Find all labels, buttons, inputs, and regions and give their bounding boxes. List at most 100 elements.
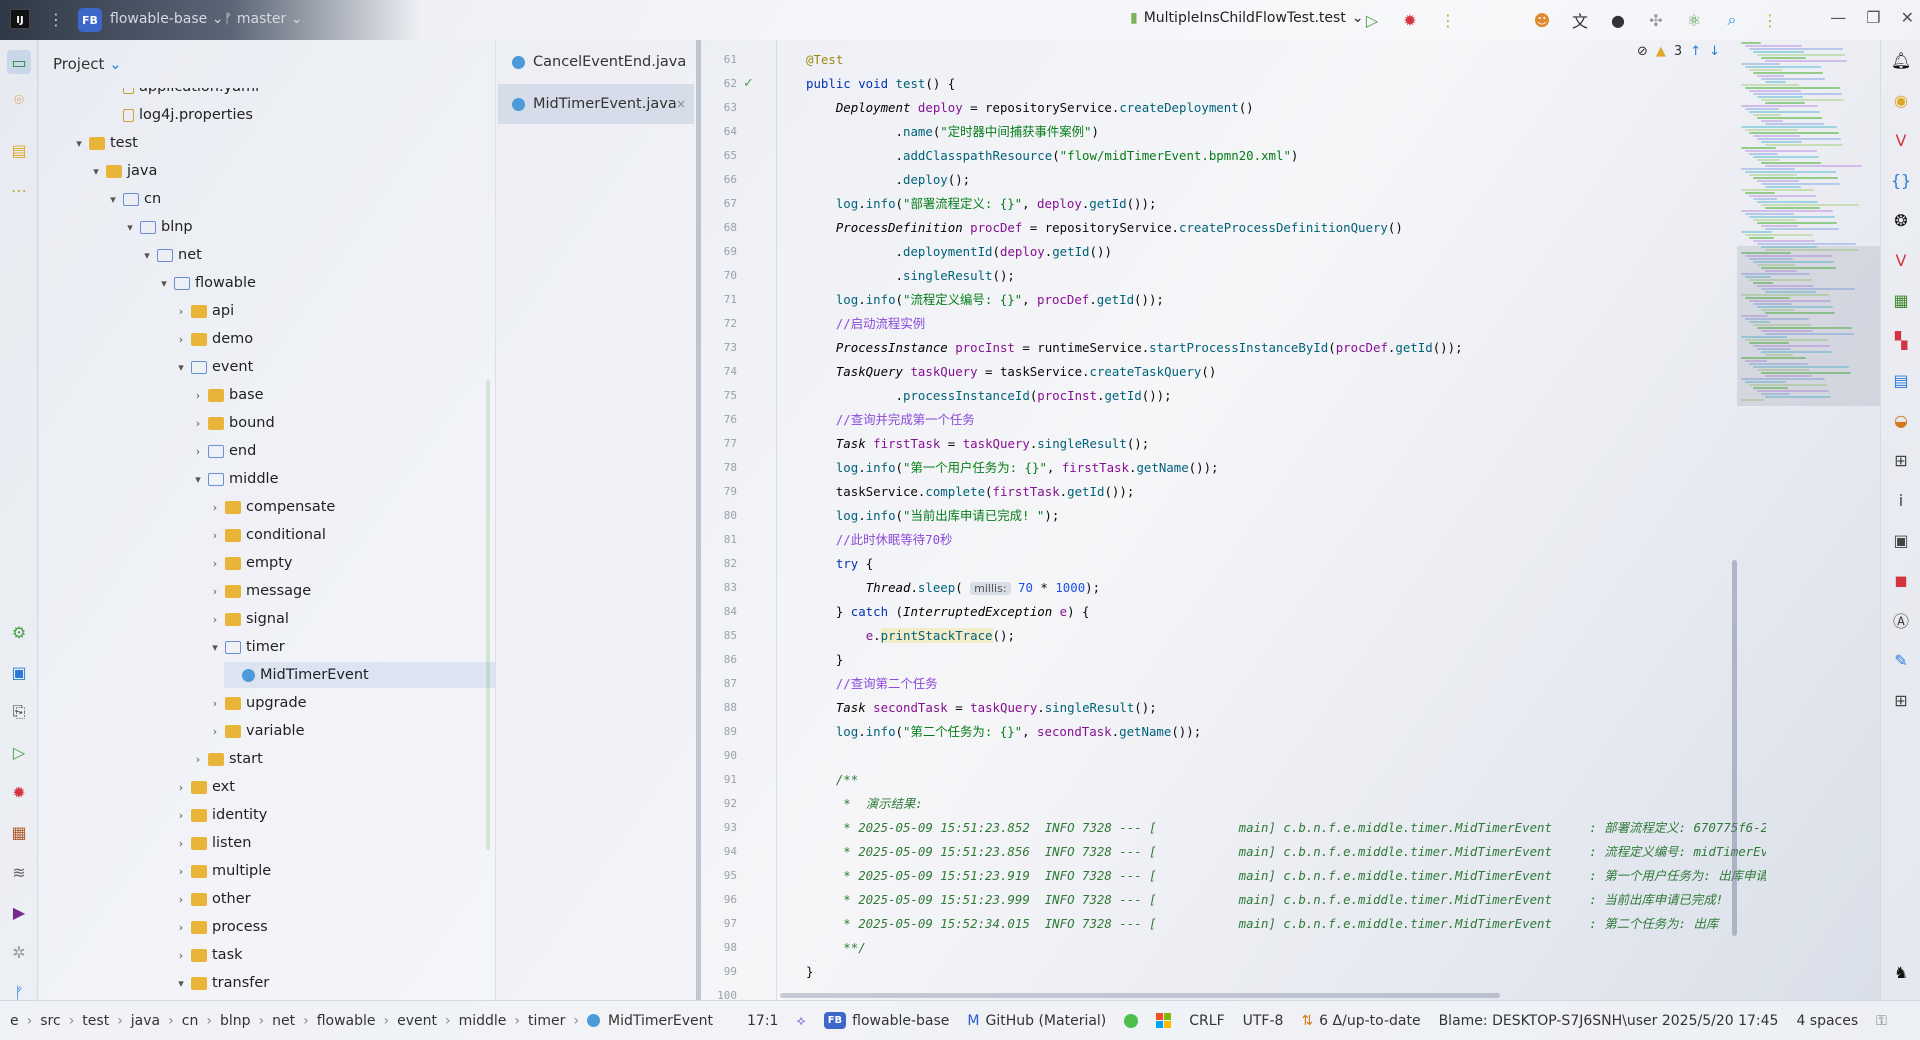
- code-line[interactable]: **/: [806, 938, 865, 958]
- line-number[interactable]: 83: [701, 581, 737, 594]
- code-line[interactable]: log.info("第二个任务为: {}", secondTask.getNam…: [806, 722, 1201, 742]
- code-line[interactable]: @Test: [806, 50, 843, 70]
- tree-item[interactable]: › ext: [173, 774, 495, 800]
- breadcrumb-item[interactable]: flowable: [317, 1013, 376, 1029]
- editor-vertical-scrollbar[interactable]: [1732, 560, 1737, 936]
- commit-icon[interactable]: ⌾: [7, 88, 31, 112]
- line-number[interactable]: 96: [701, 893, 737, 906]
- chevron-down-icon[interactable]: ▾: [122, 221, 138, 234]
- tree-item[interactable]: › variable: [207, 718, 495, 744]
- line-number[interactable]: 66: [701, 173, 737, 186]
- status-dot-icon[interactable]: [1124, 1013, 1139, 1028]
- project-selector[interactable]: flowable-base ⌄: [110, 11, 223, 27]
- code-line[interactable]: Deployment deploy = repositoryService.cr…: [806, 98, 1254, 118]
- line-number[interactable]: 75: [701, 389, 737, 402]
- ai-icon[interactable]: ⚛: [1682, 8, 1706, 32]
- code-line[interactable]: .processInstanceId(procInst.getId());: [806, 386, 1172, 406]
- line-number[interactable]: 79: [701, 485, 737, 498]
- code-line[interactable]: e.printStackTrace();: [806, 626, 1015, 646]
- chevron-down-icon[interactable]: ▾: [190, 473, 206, 486]
- code-line[interactable]: try {: [806, 554, 873, 574]
- tree-item[interactable]: › base: [190, 382, 495, 408]
- chevron-right-icon[interactable]: ›: [173, 949, 189, 962]
- blame-status[interactable]: Blame: DESKTOP-S7J6SNH\user 2025/5/20 17…: [1439, 1013, 1779, 1029]
- chevron-down-icon[interactable]: ▾: [88, 165, 104, 178]
- tab-cancel-event-end[interactable]: CancelEventEnd.java: [498, 42, 694, 82]
- line-number[interactable]: 70: [701, 269, 737, 282]
- chevron-down-icon[interactable]: ▾: [173, 361, 189, 374]
- code-line[interactable]: Task firstTask = taskQuery.singleResult(…: [806, 434, 1149, 454]
- chevron-down-icon[interactable]: ▾: [156, 277, 172, 290]
- info-icon[interactable]: ⅰ: [1889, 488, 1913, 512]
- json-icon[interactable]: {}: [1889, 168, 1913, 192]
- vue-icon[interactable]: V: [1889, 128, 1913, 152]
- tree-item[interactable]: › api: [173, 298, 495, 324]
- code-editor[interactable]: 61 62 63 64 65 66 67 68 69 70 71 72 73 74 75 76 77 78 79 80…: [701, 40, 1880, 1002]
- chevron-down-icon[interactable]: ▾: [207, 641, 223, 654]
- project-icon[interactable]: ▭: [7, 50, 31, 74]
- debug-icon[interactable]: ✹: [1398, 8, 1422, 32]
- plugin-icon[interactable]: ✣: [1644, 8, 1668, 32]
- font-icon[interactable]: Ⓐ: [1889, 608, 1913, 632]
- tree-item[interactable]: › empty: [207, 550, 495, 576]
- breadcrumb-item[interactable]: blnp: [220, 1013, 251, 1029]
- chevron-right-icon[interactable]: ›: [207, 529, 223, 542]
- search-icon[interactable]: ⌕: [1720, 8, 1744, 32]
- main-menu-icon[interactable]: ⋮: [48, 10, 65, 29]
- line-number[interactable]: 81: [701, 533, 737, 546]
- line-number[interactable]: 72: [701, 317, 737, 330]
- tab-mid-timer-event[interactable]: MidTimerEvent.java ×: [498, 84, 694, 124]
- branch-selector[interactable]: ᚠ master ⌄: [224, 11, 302, 27]
- document-icon[interactable]: ▤: [1889, 368, 1913, 392]
- problems-icon[interactable]: ✲: [7, 940, 31, 964]
- breadcrumb-item[interactable]: cn: [182, 1013, 199, 1029]
- inspection-widget[interactable]: ⊘ ▲ 3 ↑ ↓: [1637, 44, 1720, 59]
- debug-tool-icon[interactable]: ✹: [7, 780, 31, 804]
- tree-item[interactable]: › signal: [207, 606, 495, 632]
- next-highlight-icon[interactable]: ↓: [1709, 44, 1720, 59]
- chevron-right-icon[interactable]: ›: [173, 809, 189, 822]
- code-line[interactable]: * 演示结果:: [806, 794, 922, 814]
- line-number[interactable]: 88: [701, 701, 737, 714]
- close-tab-icon[interactable]: ×: [676, 97, 686, 111]
- breadcrumb-item[interactable]: test: [82, 1013, 109, 1029]
- code-line[interactable]: Thread.sleep( millis: 70 * 1000);: [806, 578, 1100, 598]
- lock-icon[interactable]: ⚿: [1876, 1013, 1887, 1029]
- pet-icon[interactable]: ♞: [1889, 960, 1913, 984]
- breadcrumb-item[interactable]: middle: [459, 1013, 507, 1029]
- tree-item[interactable]: ▾ middle: [190, 466, 495, 492]
- code-line[interactable]: Task secondTask = taskQuery.singleResult…: [806, 698, 1157, 718]
- people-icon[interactable]: ☻: [1530, 8, 1554, 32]
- tree-item[interactable]: › demo: [173, 326, 495, 352]
- reader-mode-icon[interactable]: ⊘: [1637, 44, 1648, 59]
- vcs-status[interactable]: ⇅ 6 Δ/up-to-date: [1301, 1013, 1420, 1029]
- code-line[interactable]: * 2025-05-09 15:51:23.999 INFO 7328 --- …: [806, 890, 1723, 910]
- chevron-right-icon[interactable]: ›: [190, 389, 206, 402]
- line-number[interactable]: 97: [701, 917, 737, 930]
- chevron-right-icon[interactable]: ›: [173, 781, 189, 794]
- translate-icon[interactable]: 文: [1568, 8, 1592, 32]
- line-number[interactable]: 91: [701, 773, 737, 786]
- line-number[interactable]: 86: [701, 653, 737, 666]
- line-number[interactable]: 69: [701, 245, 737, 258]
- line-number[interactable]: 71: [701, 293, 737, 306]
- tree-item[interactable]: › task: [173, 942, 495, 968]
- windows-icon[interactable]: [1156, 1013, 1172, 1028]
- line-number[interactable]: 62: [701, 77, 737, 90]
- line-number[interactable]: 94: [701, 845, 737, 858]
- tree-item[interactable]: ▾ blnp: [122, 214, 495, 240]
- chevron-right-icon[interactable]: ›: [173, 333, 189, 346]
- intellij-logo[interactable]: IJ: [10, 9, 30, 29]
- breadcrumb-item[interactable]: event: [397, 1013, 437, 1029]
- layers-icon[interactable]: ≋: [7, 860, 31, 884]
- line-number[interactable]: 80: [701, 509, 737, 522]
- breadcrumb-item[interactable]: e: [10, 1013, 19, 1029]
- bookmark-icon[interactable]: ◼: [1889, 568, 1913, 592]
- line-separator[interactable]: CRLF: [1189, 1013, 1224, 1029]
- prev-highlight-icon[interactable]: ↑: [1690, 44, 1701, 59]
- run-tool-icon[interactable]: ▷: [7, 740, 31, 764]
- line-number[interactable]: 67: [701, 197, 737, 210]
- line-number[interactable]: 84: [701, 605, 737, 618]
- diagram-icon[interactable]: ⊞: [1889, 688, 1913, 712]
- tree-item[interactable]: › other: [173, 886, 495, 912]
